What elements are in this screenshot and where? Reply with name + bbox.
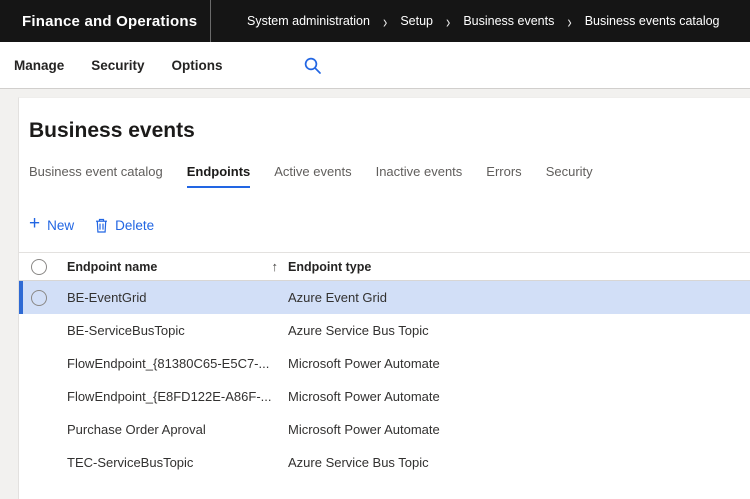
menu-manage[interactable]: Manage — [12, 54, 66, 77]
cell-endpoint-name: TEC-ServiceBusTopic — [67, 455, 288, 470]
search-icon[interactable] — [303, 56, 322, 75]
top-app-bar: Finance and Operations System administra… — [0, 0, 750, 42]
cell-endpoint-name: BE-ServiceBusTopic — [67, 323, 288, 338]
breadcrumb-item-business-events[interactable]: Business events — [463, 14, 554, 28]
menu-options[interactable]: Options — [170, 54, 225, 77]
tab-security[interactable]: Security — [546, 164, 593, 188]
table-row[interactable]: BE-ServiceBusTopic Azure Service Bus Top… — [19, 314, 750, 347]
column-header-endpoint-type[interactable]: Endpoint type — [288, 260, 371, 274]
delete-button[interactable]: Delete — [95, 218, 154, 233]
cell-endpoint-name: Purchase Order Aproval — [67, 422, 288, 437]
table-row[interactable]: FlowEndpoint_{E8FD122E-A86F-... Microsof… — [19, 380, 750, 413]
delete-button-label: Delete — [115, 218, 154, 233]
grid-toolbar: + New Delete — [29, 211, 750, 239]
grid-header-row: Endpoint name ↑ Endpoint type — [19, 252, 750, 281]
breadcrumb: System administration › Setup › Business… — [247, 0, 720, 42]
cell-endpoint-type: Azure Event Grid — [288, 290, 750, 305]
new-button-label: New — [47, 218, 74, 233]
tab-inactive-events[interactable]: Inactive events — [376, 164, 463, 188]
cell-endpoint-type: Azure Service Bus Topic — [288, 455, 750, 470]
cell-endpoint-name: BE-EventGrid — [67, 290, 288, 305]
content-card: Business events Business event catalog E… — [18, 97, 750, 499]
app-title[interactable]: Finance and Operations — [0, 0, 211, 42]
breadcrumb-item-setup[interactable]: Setup — [400, 14, 433, 28]
cell-endpoint-type: Microsoft Power Automate — [288, 422, 750, 437]
column-header-endpoint-name[interactable]: Endpoint name — [67, 260, 157, 274]
row-checkbox[interactable] — [31, 290, 47, 306]
tab-active-events[interactable]: Active events — [274, 164, 351, 188]
page-title: Business events — [29, 119, 750, 143]
tab-endpoints[interactable]: Endpoints — [187, 164, 251, 188]
tab-business-event-catalog[interactable]: Business event catalog — [29, 164, 163, 188]
cell-endpoint-type: Microsoft Power Automate — [288, 389, 750, 404]
plus-icon: + — [29, 217, 40, 231]
breadcrumb-item-system-administration[interactable]: System administration — [247, 14, 370, 28]
cell-endpoint-type: Azure Service Bus Topic — [288, 323, 750, 338]
table-row[interactable]: BE-EventGrid Azure Event Grid — [19, 281, 750, 314]
sort-ascending-icon[interactable]: ↑ — [272, 259, 279, 274]
cell-endpoint-name: FlowEndpoint_{E8FD122E-A86F-... — [67, 389, 288, 404]
cell-endpoint-type: Microsoft Power Automate — [288, 356, 750, 371]
trash-icon — [95, 218, 108, 233]
endpoints-grid: Endpoint name ↑ Endpoint type BE-EventGr… — [19, 252, 750, 479]
tab-strip: Business event catalog Endpoints Active … — [29, 164, 750, 188]
table-row[interactable]: Purchase Order Aproval Microsoft Power A… — [19, 413, 750, 446]
chevron-right-icon: › — [567, 11, 571, 31]
table-row[interactable]: TEC-ServiceBusTopic Azure Service Bus To… — [19, 446, 750, 479]
chevron-right-icon: › — [446, 11, 450, 31]
new-button[interactable]: + New — [29, 218, 74, 233]
breadcrumb-item-business-events-catalog[interactable]: Business events catalog — [585, 14, 720, 28]
chevron-right-icon: › — [383, 11, 387, 31]
action-menu-bar: Manage Security Options — [0, 42, 750, 89]
grid-body: BE-EventGrid Azure Event Grid BE-Service… — [19, 281, 750, 479]
cell-endpoint-name: FlowEndpoint_{81380C65-E5C7-... — [67, 356, 288, 371]
select-all-checkbox[interactable] — [31, 259, 47, 275]
menu-security[interactable]: Security — [89, 54, 146, 77]
tab-errors[interactable]: Errors — [486, 164, 521, 188]
table-row[interactable]: FlowEndpoint_{81380C65-E5C7-... Microsof… — [19, 347, 750, 380]
